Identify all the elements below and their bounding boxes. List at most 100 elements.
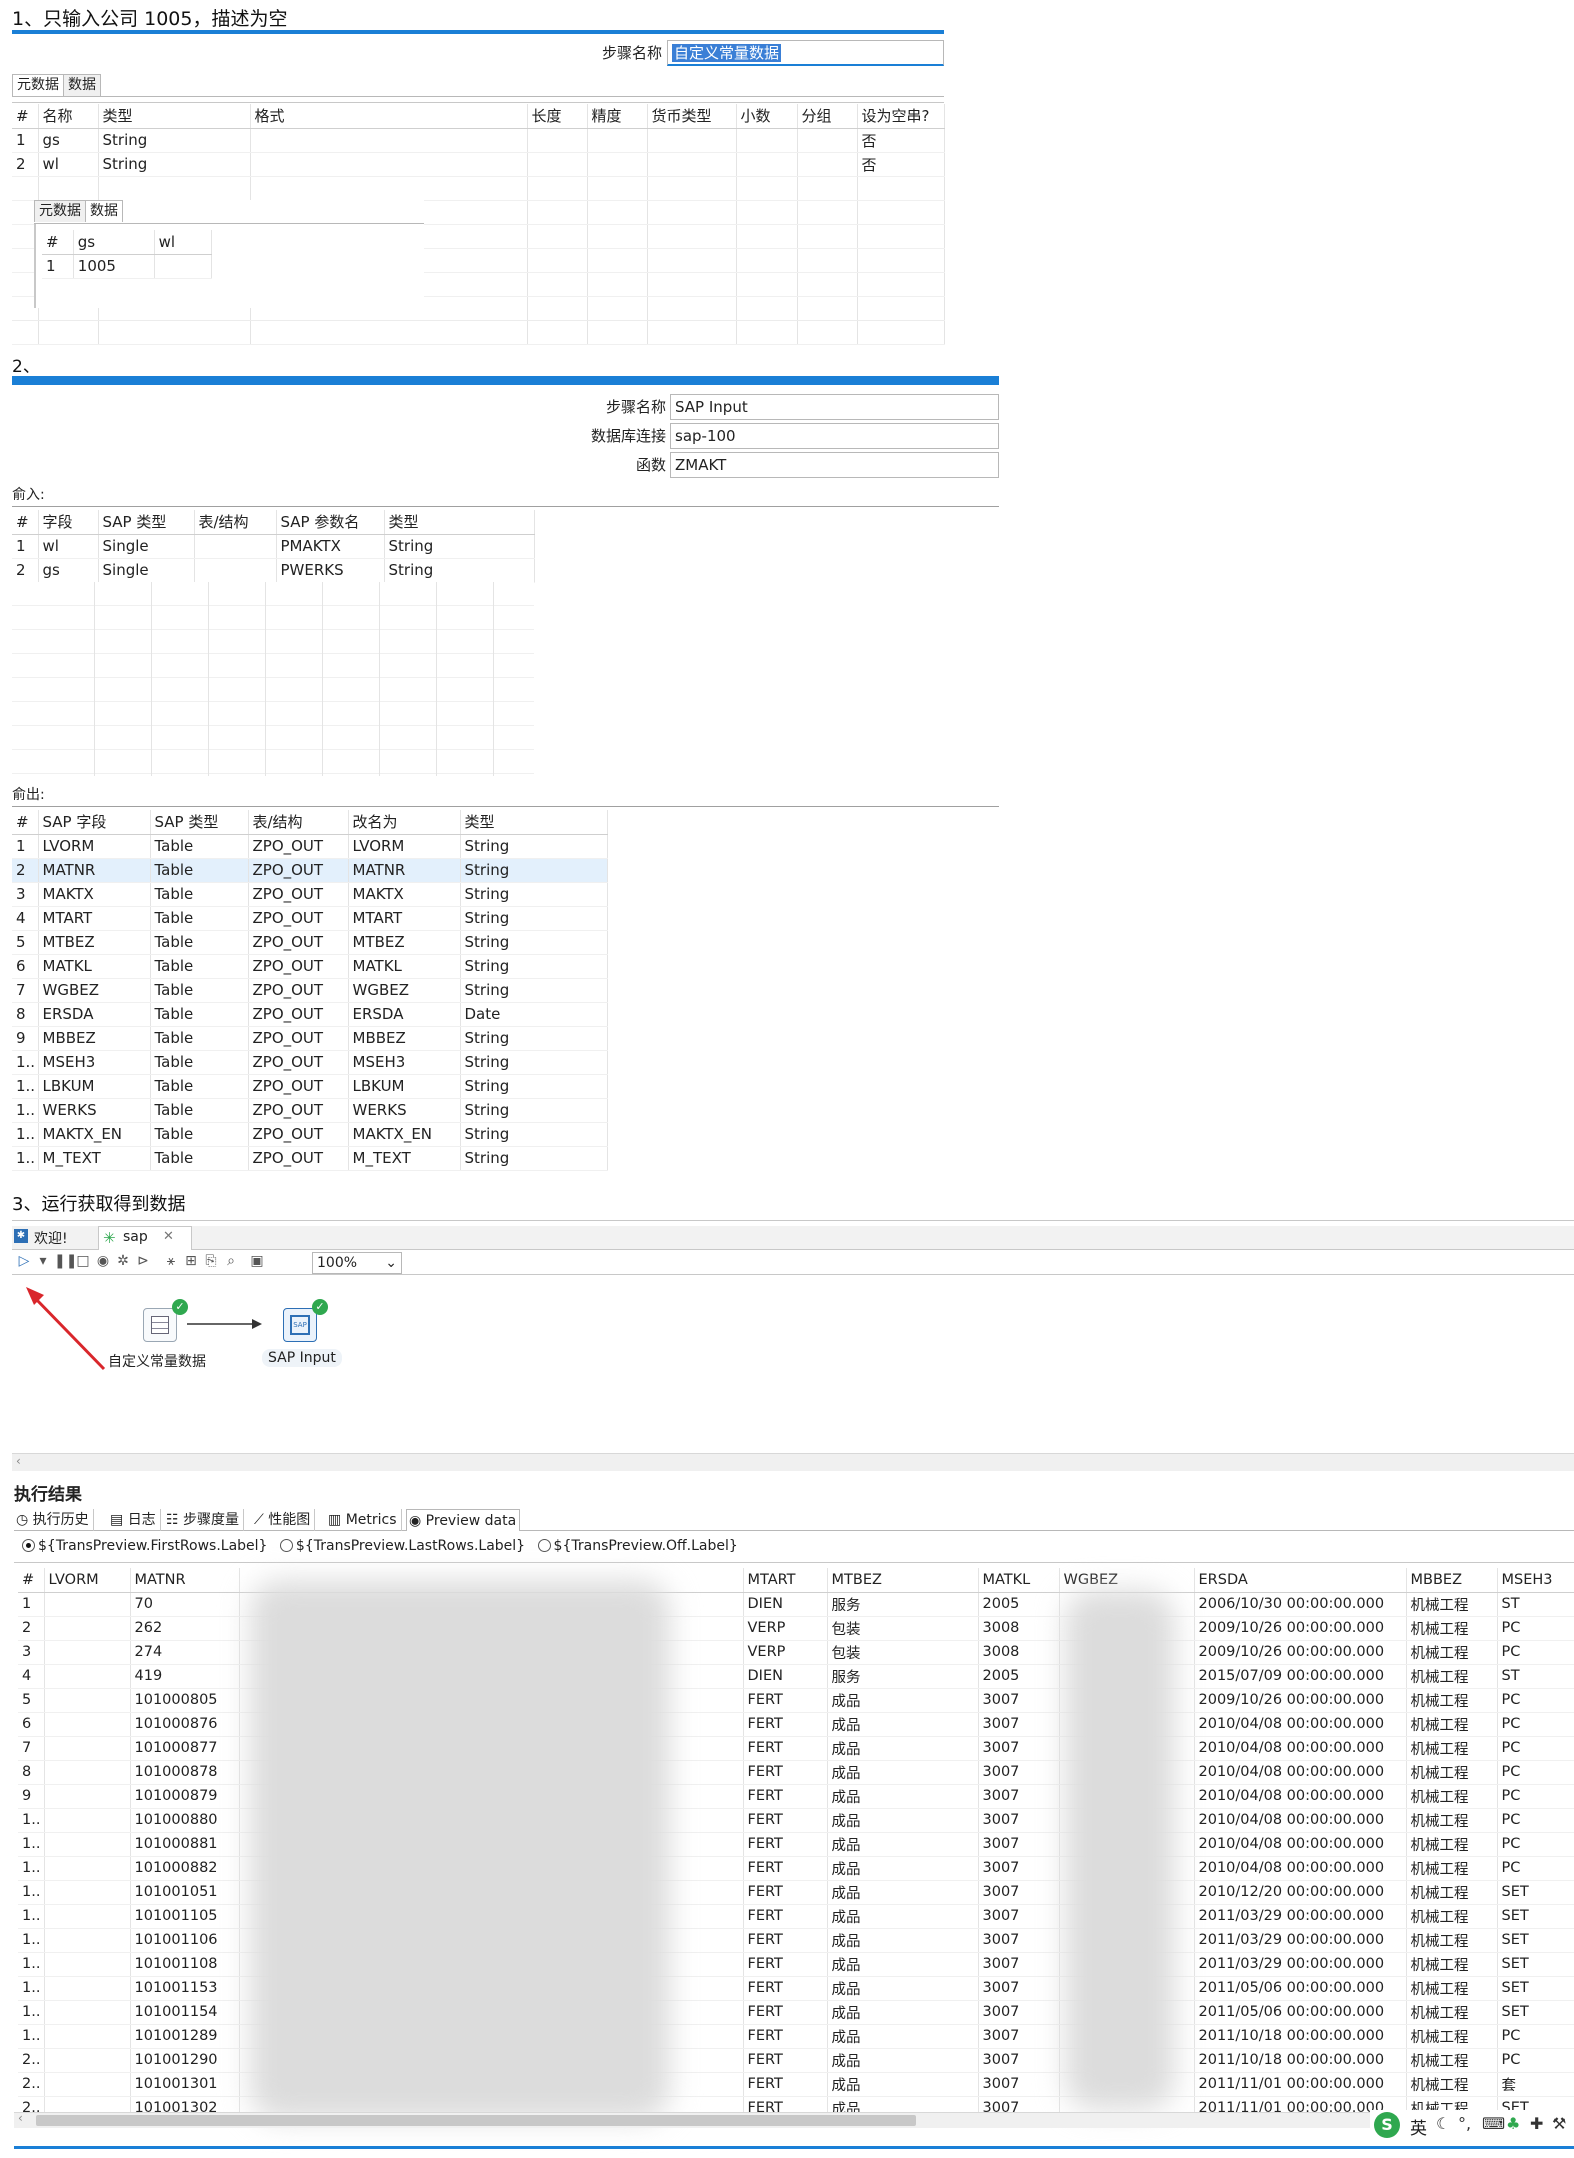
column-header[interactable]: MATKL <box>978 1568 1060 1593</box>
preview-scrollbar[interactable]: ‹ <box>14 2111 1574 2128</box>
column-header[interactable]: 类型 <box>460 810 608 835</box>
table-row[interactable]: 1 gs String 否 <box>12 128 945 153</box>
column-header[interactable]: ERSDA <box>1194 1568 1407 1593</box>
table-row[interactable]: 7 WGBEZ Table ZPO_OUT WGBEZ String <box>12 978 608 1003</box>
column-header[interactable]: 分组 <box>797 104 858 129</box>
table-row[interactable]: 3 MAKTX Table ZPO_OUT MAKTX String <box>12 882 608 907</box>
tab-welcome[interactable]: 欢迎! <box>34 1228 68 1248</box>
column-header[interactable]: MATNR <box>130 1568 240 1593</box>
tab-data[interactable]: 数据 <box>63 74 101 96</box>
run-dropdown-icon[interactable]: ▾ <box>34 1252 52 1270</box>
tab-performance[interactable]: ⟋ 性能图 <box>252 1509 316 1531</box>
table-row[interactable]: 1.. LBKUM Table ZPO_OUT LBKUM String <box>12 1074 608 1099</box>
debug-icon[interactable]: ✲ <box>114 1252 132 1270</box>
table-row[interactable]: 8 ERSDA Table ZPO_OUT ERSDA Date <box>12 1002 608 1027</box>
skin-icon[interactable]: ♣ <box>1506 2114 1520 2133</box>
stop-icon[interactable]: □ <box>74 1252 92 1270</box>
column-header[interactable]: 类型 <box>384 510 535 535</box>
table-row[interactable]: 4 MTART Table ZPO_OUT MTART String <box>12 906 608 931</box>
pause-icon[interactable]: ❚❚ <box>54 1252 77 1270</box>
column-header[interactable]: gs <box>73 230 155 255</box>
column-header[interactable]: 表/结构 <box>248 810 349 835</box>
transformation-canvas[interactable]: ✓ 自定义常量数据 SAP ✓ SAP Input ‹ <box>12 1275 1574 1471</box>
grid-align-icon[interactable]: ▣ <box>248 1252 266 1270</box>
close-tab-icon[interactable]: ✕ <box>163 1229 174 1244</box>
db-connection-select[interactable]: sap-100 <box>670 423 999 449</box>
inner-tab-data[interactable]: 数据 <box>85 200 123 222</box>
column-header[interactable]: WGBEZ <box>1059 1568 1195 1593</box>
table-row[interactable]: 2 MATNR Table ZPO_OUT MATNR String <box>12 858 608 883</box>
column-header[interactable]: SAP 参数名 <box>276 510 385 535</box>
replay-icon[interactable]: ⊳ <box>134 1252 152 1270</box>
radio-off[interactable]: ${TransPreview.Off.Label} <box>537 1538 738 1554</box>
radio-first-rows[interactable]: ${TransPreview.FirstRows.Label} <box>22 1538 267 1554</box>
sql-icon[interactable]: ⎘ <box>202 1252 220 1270</box>
table-row[interactable]: 9 MBBEZ Table ZPO_OUT MBBEZ String <box>12 1026 608 1051</box>
table-row[interactable]: 1 LVORM Table ZPO_OUT LVORM String <box>12 834 608 859</box>
column-header[interactable]: MTBEZ <box>827 1568 979 1593</box>
explore-db-icon[interactable]: ⌕ <box>222 1252 240 1270</box>
column-header[interactable]: 精度 <box>587 104 648 129</box>
table-row[interactable]: 1 1005 <box>42 254 213 279</box>
column-header[interactable]: 名称 <box>38 104 99 129</box>
column-header[interactable]: # <box>42 230 74 255</box>
tab-log[interactable]: ▤ 日志 <box>108 1509 161 1531</box>
tab-sap[interactable]: ✳ sap ✕ <box>98 1226 192 1250</box>
table-row[interactable]: 2 gs Single PWERKS String <box>12 558 535 583</box>
column-header[interactable]: SAP 类型 <box>98 510 195 535</box>
column-header[interactable]: 格式 <box>250 104 528 129</box>
table-row[interactable]: 2 wl String 否 <box>12 152 945 177</box>
table-row[interactable]: 1.. WERKS Table ZPO_OUT WERKS String <box>12 1098 608 1123</box>
run-icon[interactable]: ▷ <box>15 1252 33 1270</box>
column-header[interactable]: 类型 <box>98 104 251 129</box>
table-row[interactable]: 1.. M_TEXT Table ZPO_OUT M_TEXT String <box>12 1146 608 1171</box>
keyboard-icon[interactable]: ⌨ <box>1482 2114 1505 2133</box>
column-header[interactable]: SAP 类型 <box>150 810 249 835</box>
scrollbar-thumb[interactable] <box>36 2115 916 2126</box>
column-header[interactable]: LVORM <box>44 1568 131 1593</box>
column-header[interactable]: SAP 字段 <box>38 810 151 835</box>
table-row[interactable]: 1.. MSEH3 Table ZPO_OUT MSEH3 String <box>12 1050 608 1075</box>
column-header[interactable]: 改名为 <box>348 810 461 835</box>
table-row[interactable]: 1.. MAKTX_EN Table ZPO_OUT MAKTX_EN String <box>12 1122 608 1147</box>
canvas-scrollbar[interactable]: ‹ <box>12 1453 1574 1471</box>
wrench-icon[interactable]: ⚒ <box>1552 2114 1566 2133</box>
settings-icon[interactable]: ✚ <box>1530 2114 1543 2133</box>
preview-icon[interactable]: ◉ <box>94 1252 112 1270</box>
constant-data-step-icon[interactable] <box>143 1308 177 1342</box>
verify-icon[interactable]: ⚹ <box>162 1252 180 1270</box>
column-header[interactable]: 表/结构 <box>194 510 277 535</box>
column-header[interactable]: 小数 <box>736 104 798 129</box>
tab-preview-data[interactable]: ◉ Preview data <box>406 1509 520 1531</box>
tab-step-metrics[interactable]: ☷ 步骤度量 <box>164 1509 245 1531</box>
moon-icon[interactable]: ☾ <box>1436 2114 1450 2133</box>
column-header[interactable]: 设为空串? <box>857 104 945 129</box>
column-header[interactable]: MBBEZ <box>1406 1568 1498 1593</box>
ime-language-toggle[interactable]: 英 <box>1410 2114 1427 2139</box>
table-row[interactable]: 5 MTBEZ Table ZPO_OUT MTBEZ String <box>12 930 608 955</box>
zoom-select[interactable]: 100% ⌄ <box>312 1252 402 1274</box>
punctuation-icon[interactable]: °, <box>1458 2114 1471 2133</box>
column-header[interactable]: wl <box>154 230 213 255</box>
impact-icon[interactable]: ⊞ <box>182 1252 200 1270</box>
step-name-input[interactable]: 自定义常量数据 <box>667 40 944 66</box>
sap-input-step-icon[interactable]: SAP <box>283 1308 317 1342</box>
tab-metadata[interactable]: 元数据 <box>12 74 64 96</box>
inner-tab-metadata[interactable]: 元数据 <box>34 200 86 222</box>
sap-step-name-input[interactable]: SAP Input <box>670 394 999 420</box>
column-header[interactable]: 货币类型 <box>647 104 737 129</box>
column-header[interactable]: # <box>12 510 39 535</box>
ime-logo-icon[interactable]: S <box>1374 2112 1400 2138</box>
tab-exec-history[interactable]: ◷ 执行历史 <box>14 1509 94 1531</box>
radio-last-rows[interactable]: ${TransPreview.LastRows.Label} <box>279 1538 525 1554</box>
column-header[interactable]: # <box>12 104 39 129</box>
tab-metrics[interactable]: ▥ Metrics <box>326 1509 402 1531</box>
table-row[interactable]: 1 wl Single PMAKTX String <box>12 534 535 559</box>
column-header[interactable]: 长度 <box>527 104 588 129</box>
table-row[interactable]: 6 MATKL Table ZPO_OUT MATKL String <box>12 954 608 979</box>
column-header[interactable]: # <box>12 810 39 835</box>
column-header[interactable]: MTART <box>743 1568 828 1593</box>
column-header[interactable]: 字段 <box>38 510 99 535</box>
function-input[interactable]: ZMAKT <box>670 452 999 478</box>
column-header[interactable]: MSEH3 <box>1497 1568 1574 1593</box>
